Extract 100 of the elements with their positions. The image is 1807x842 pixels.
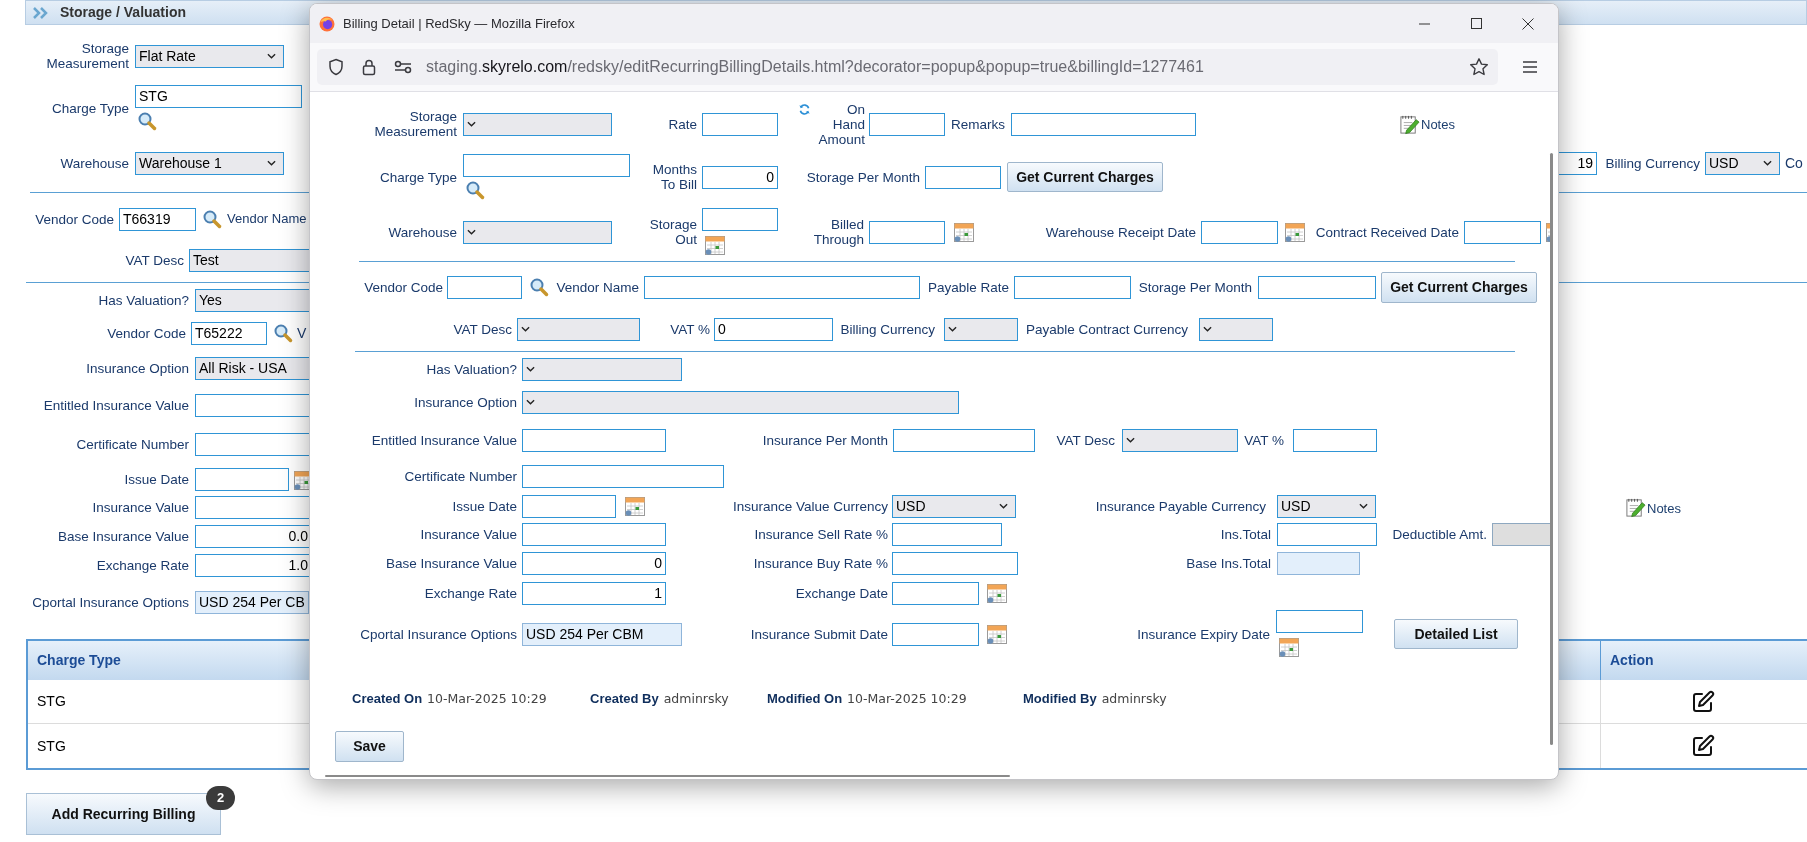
dropdown[interactable] [522, 357, 682, 381]
dropdown[interactable] [463, 112, 612, 136]
text-field[interactable] [644, 275, 920, 299]
calendar-icon[interactable] [986, 582, 1008, 604]
calendar-icon[interactable] [986, 623, 1008, 645]
calendar-icon[interactable] [953, 221, 975, 243]
lock-icon[interactable] [361, 58, 377, 76]
action-button[interactable]: Get Current Charges [1381, 271, 1537, 303]
search-icon[interactable] [273, 323, 293, 343]
field-label: VAT Desc [1055, 432, 1115, 448]
maximize-icon [1470, 18, 1482, 29]
chevron-down-icon [1359, 503, 1368, 509]
dropdown[interactable] [1122, 428, 1238, 452]
field-label: Certificate Number [75, 437, 189, 452]
notes-link[interactable]: Notes [1625, 497, 1681, 518]
action-button[interactable]: Get Current Charges [1007, 162, 1163, 192]
text-field[interactable] [1011, 112, 1196, 136]
dropdown[interactable] [463, 220, 612, 244]
field-label: Created By [590, 690, 659, 709]
text-field[interactable] [522, 464, 724, 488]
text-field[interactable]: 1 [522, 581, 666, 605]
field-label: Certificate Number [403, 468, 517, 484]
field-label: VAT % [669, 321, 710, 337]
text-field[interactable] [869, 112, 945, 136]
chevron-down-icon [1126, 437, 1135, 443]
text-field[interactable] [1014, 275, 1131, 299]
edit-icon[interactable] [1691, 734, 1715, 758]
dropdown[interactable] [1199, 317, 1273, 341]
text-field[interactable]: 0.0 [195, 525, 312, 548]
date-field[interactable] [195, 468, 289, 491]
text-field[interactable] [1293, 428, 1377, 452]
address-bar[interactable]: staging.skyrelo.com/redsky/editRecurringBillingDetails.html?decorator=popup&popup=true&billingId=1277461 [317, 49, 1498, 85]
text-field[interactable] [522, 428, 666, 452]
text-field[interactable] [925, 165, 1001, 189]
text-field[interactable] [447, 275, 522, 299]
notes-icon [1625, 497, 1646, 518]
search-icon[interactable] [202, 209, 222, 229]
dropdown[interactable]: Flat Rate [135, 44, 284, 68]
scrollbar-thumb[interactable] [1550, 153, 1553, 745]
menu-icon [1522, 60, 1538, 74]
search-icon[interactable] [529, 277, 549, 297]
field-value: adminrsky [663, 690, 729, 709]
date-field[interactable] [1464, 220, 1541, 244]
field-label: Warehouse [387, 224, 457, 240]
dropdown[interactable] [522, 390, 959, 414]
text-field[interactable]: 0 [522, 551, 666, 575]
disabled-field [1492, 522, 1550, 546]
dropdown[interactable]: USD [892, 494, 1016, 518]
text-field[interactable] [463, 154, 630, 177]
text-field[interactable]: 0 [714, 317, 833, 341]
text-field[interactable] [892, 551, 1018, 575]
calendar-icon[interactable] [704, 234, 726, 256]
save-button[interactable]: Save [335, 731, 404, 762]
calendar-icon[interactable] [1278, 636, 1300, 658]
scrollbar-thumb[interactable] [325, 775, 1010, 777]
edit-icon[interactable] [1691, 689, 1715, 714]
date-field[interactable] [1276, 610, 1363, 633]
text-field[interactable]: 0 [702, 165, 778, 189]
text-field[interactable] [1258, 275, 1376, 299]
calendar-icon[interactable] [1284, 221, 1306, 243]
dropdown[interactable] [517, 317, 640, 341]
field-label: Remarks [951, 116, 1005, 132]
text-field[interactable]: T65222 [191, 321, 267, 345]
date-field[interactable] [1201, 220, 1278, 244]
column-header[interactable]: Action [1600, 641, 1807, 680]
action-button[interactable]: Detailed List [1394, 619, 1518, 649]
field-label: Cportal Insurance Options [359, 626, 517, 642]
date-field[interactable] [892, 622, 979, 646]
date-field[interactable] [522, 494, 616, 518]
text-field[interactable]: STG [135, 85, 302, 108]
star-icon[interactable] [1469, 57, 1489, 77]
dropdown[interactable]: USD [1705, 151, 1780, 175]
chevron-down-icon [1763, 160, 1772, 166]
sliders-icon[interactable] [394, 60, 412, 74]
date-field[interactable] [892, 581, 979, 605]
dropdown[interactable]: USD [1277, 494, 1376, 518]
field-label: Payable Contract Currency [1024, 321, 1188, 337]
text-field[interactable] [1277, 522, 1377, 546]
dropdown[interactable] [944, 317, 1018, 341]
field-label: Rate [667, 116, 697, 132]
text-field[interactable] [893, 428, 1035, 452]
text-field[interactable] [702, 112, 778, 136]
field-label: VAT % [1243, 432, 1284, 448]
refresh-icon[interactable] [798, 102, 811, 116]
shield-icon[interactable] [327, 58, 345, 76]
field-label: Storage Per Month [805, 169, 920, 185]
search-icon[interactable] [465, 180, 485, 200]
calendar-icon[interactable] [624, 495, 646, 517]
field-label: Insurance Expiry Date [1136, 626, 1270, 642]
dropdown[interactable]: Warehouse 1 [135, 151, 284, 175]
date-field[interactable] [702, 208, 778, 231]
text-field[interactable] [892, 522, 1002, 546]
notes-link[interactable]: Notes [1399, 113, 1455, 135]
text-field[interactable] [522, 522, 666, 546]
field-label: Ins.Total [1219, 526, 1271, 542]
text-field[interactable]: T66319 [119, 207, 196, 231]
date-field[interactable] [869, 220, 945, 244]
field-label: Created On [352, 690, 423, 709]
search-icon[interactable] [137, 111, 157, 131]
text-field[interactable]: 1.0 [195, 554, 312, 577]
